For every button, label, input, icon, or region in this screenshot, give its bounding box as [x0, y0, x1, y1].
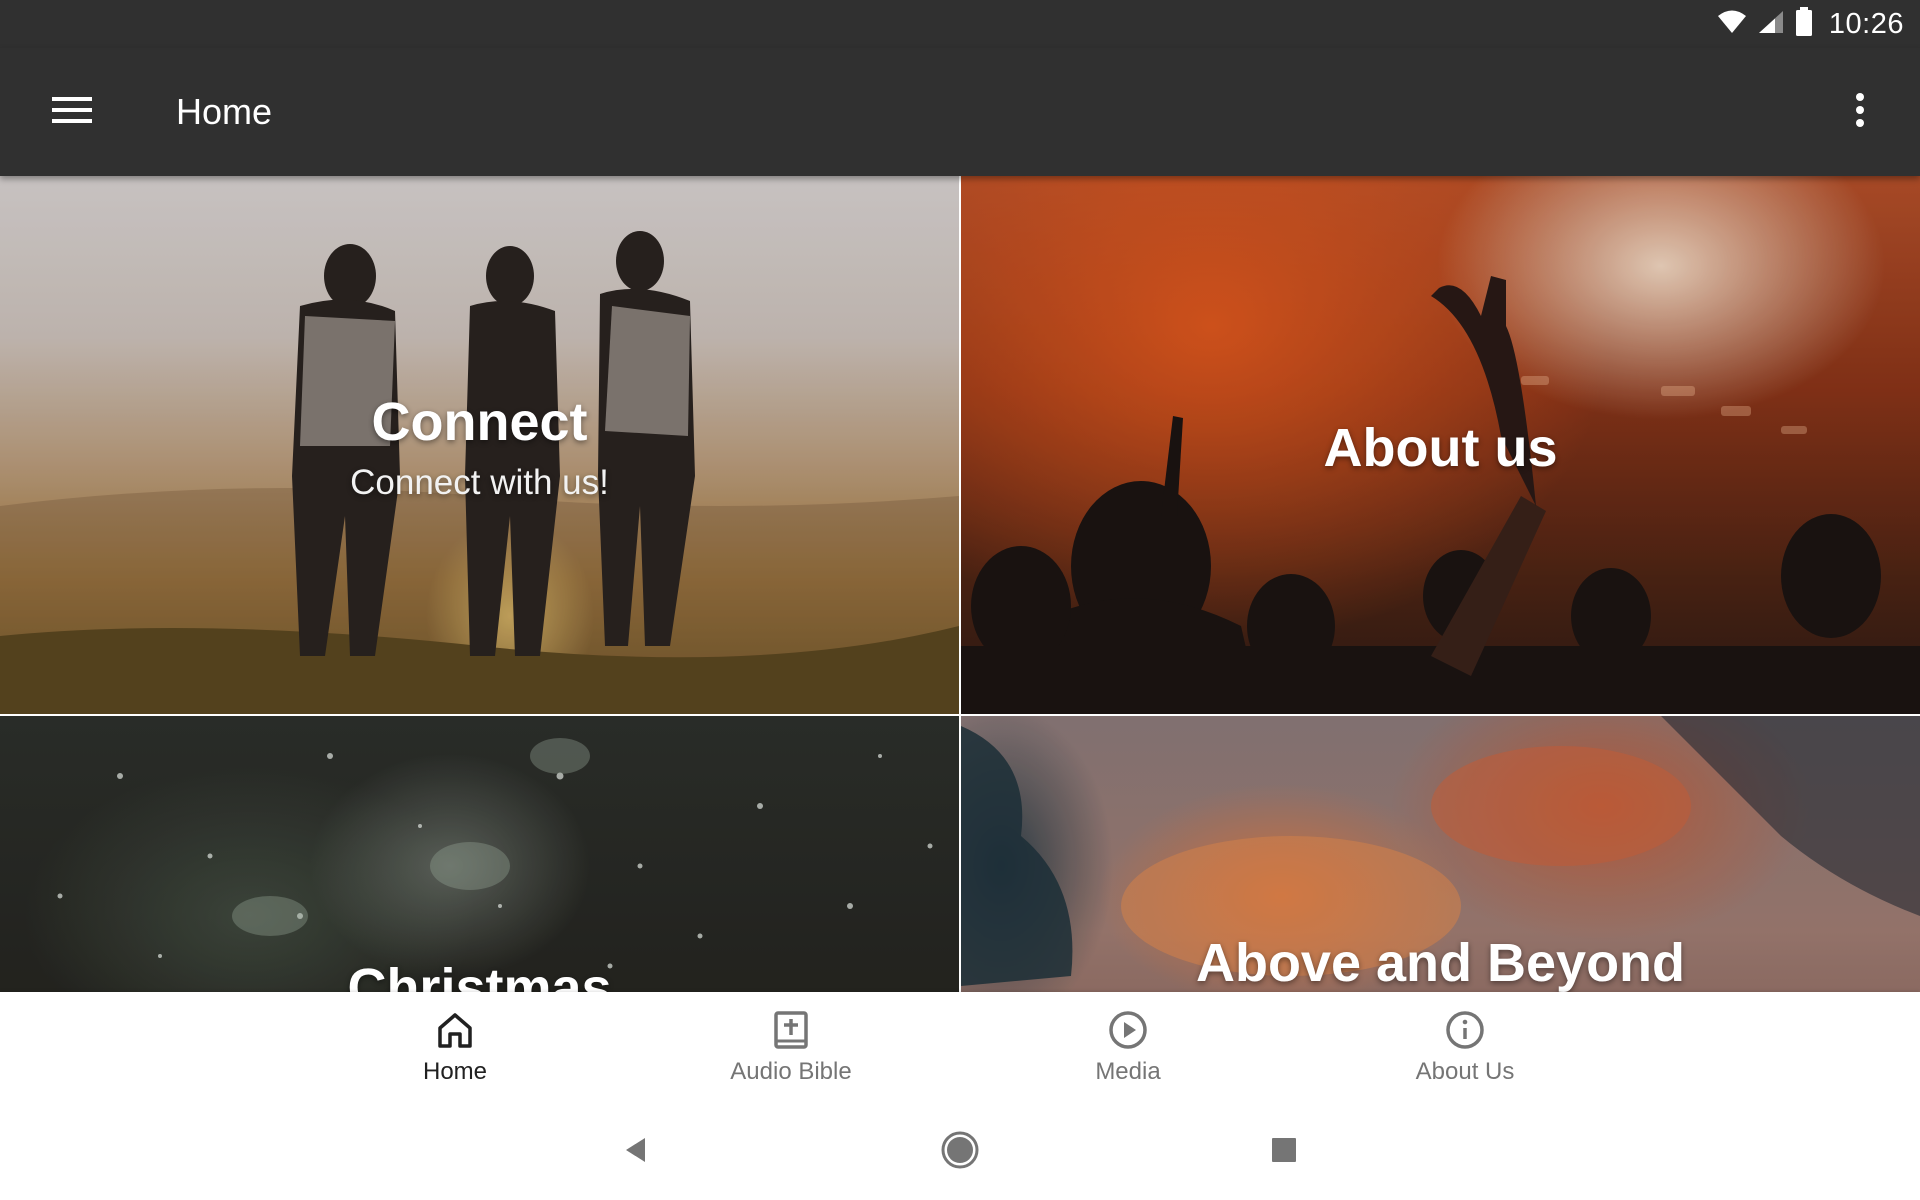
- tile-subtitle: Connect with us!: [350, 463, 609, 502]
- nav-label: About Us: [1415, 1058, 1515, 1085]
- tile-title: Christmas: [347, 958, 612, 992]
- home-circle-icon: [940, 1130, 980, 1175]
- tile-title: About us: [1323, 418, 1558, 478]
- audio-bible-icon: [771, 1010, 811, 1050]
- nav-item-home[interactable]: Home: [305, 992, 605, 1104]
- battery-icon: [1795, 6, 1813, 42]
- system-back-button[interactable]: [612, 1128, 660, 1176]
- app-screen: 10:26 Home Connect Connect with us! Abou…: [0, 0, 1920, 1200]
- nav-label: Audio Bible: [730, 1058, 852, 1085]
- tile-about-us-text: About us: [961, 416, 1920, 480]
- cellular-signal-icon: [1757, 9, 1785, 40]
- tile-overlay: [0, 716, 959, 992]
- status-icons: 10:26: [1717, 0, 1904, 48]
- home-icon: [435, 1010, 475, 1050]
- nav-item-about-us[interactable]: About Us: [1315, 992, 1615, 1104]
- nav-item-audio-bible[interactable]: Audio Bible: [641, 992, 941, 1104]
- info-icon: [1445, 1010, 1485, 1050]
- overflow-menu-button[interactable]: [1840, 84, 1880, 140]
- tile-title: Above and Beyond: [1195, 933, 1686, 992]
- tile-connect[interactable]: Connect Connect with us!: [0, 176, 959, 714]
- back-icon: [621, 1135, 651, 1170]
- status-time: 10:26: [1828, 7, 1904, 40]
- recents-icon: [1270, 1136, 1298, 1169]
- tile-christmas-text: Christmas: [0, 956, 959, 992]
- app-bar: Home: [0, 48, 1920, 176]
- tile-christmas[interactable]: Christmas: [0, 716, 959, 992]
- bottom-navigation: Home Audio Bible Media About Us: [0, 992, 1920, 1104]
- more-vert-icon: [1855, 92, 1865, 132]
- tile-title: Connect: [371, 392, 588, 452]
- system-home-button[interactable]: [936, 1128, 984, 1176]
- hamburger-menu-icon: [52, 95, 92, 130]
- status-bar: 10:26: [0, 0, 1920, 48]
- tile-about-us[interactable]: About us: [961, 176, 1920, 714]
- menu-button[interactable]: [40, 86, 104, 138]
- nav-label: Media: [1095, 1058, 1161, 1085]
- page-title: Home: [176, 91, 273, 132]
- tile-connect-text: Connect Connect with us!: [0, 390, 959, 506]
- home-tiles-grid: Connect Connect with us! About us Christ…: [0, 176, 1920, 992]
- system-navigation-bar: [0, 1104, 1920, 1200]
- nav-label: Home: [422, 1058, 488, 1085]
- tile-above-and-beyond-text: Above and Beyond: [961, 931, 1920, 992]
- tile-above-and-beyond[interactable]: Above and Beyond: [961, 716, 1920, 992]
- system-recents-button[interactable]: [1260, 1128, 1308, 1176]
- play-circle-icon: [1108, 1010, 1148, 1050]
- wifi-icon: [1717, 9, 1747, 40]
- nav-item-media[interactable]: Media: [978, 992, 1278, 1104]
